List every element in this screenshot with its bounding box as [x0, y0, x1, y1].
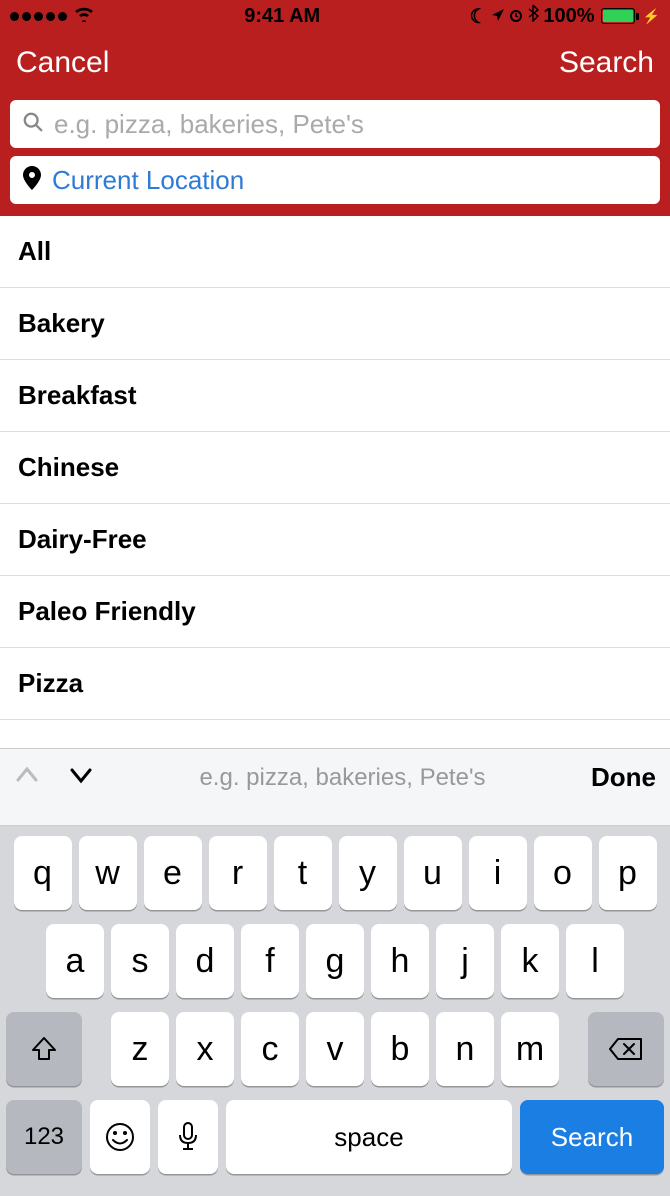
location-field[interactable]: Current Location: [10, 156, 660, 204]
mic-key[interactable]: [158, 1100, 218, 1174]
keyboard-row-4: 123 space Search: [6, 1100, 664, 1174]
keyboard-row-1: q w e r t y u i o p: [6, 836, 664, 910]
charging-icon: ⚡: [643, 8, 660, 25]
location-value: Current Location: [52, 165, 648, 196]
key-q[interactable]: q: [14, 836, 72, 910]
keyboard-border: [0, 806, 670, 826]
location-arrow-icon: [491, 5, 505, 28]
key-d[interactable]: d: [176, 924, 234, 998]
moon-icon: ☾: [469, 4, 487, 29]
next-field-button[interactable]: [68, 762, 94, 793]
search-container: Current Location: [0, 94, 670, 216]
status-time: 9:41 AM: [244, 5, 320, 28]
cancel-button[interactable]: Cancel: [16, 46, 109, 80]
key-v[interactable]: v: [306, 1012, 364, 1086]
key-k[interactable]: k: [501, 924, 559, 998]
status-bar: 9:41 AM ☾ 100% ⚡: [0, 0, 670, 32]
category-list: All Bakery Breakfast Chinese Dairy-Free …: [0, 216, 670, 720]
location-pin-icon: [22, 166, 42, 195]
key-b[interactable]: b: [371, 1012, 429, 1086]
key-i[interactable]: i: [469, 836, 527, 910]
key-z[interactable]: z: [111, 1012, 169, 1086]
key-o[interactable]: o: [534, 836, 592, 910]
keyboard-accessory: e.g. pizza, bakeries, Pete's Done: [0, 748, 670, 806]
keyboard-search-key[interactable]: Search: [520, 1100, 664, 1174]
alarm-icon: [509, 5, 523, 28]
search-button[interactable]: Search: [559, 46, 654, 80]
emoji-key[interactable]: [90, 1100, 150, 1174]
list-item[interactable]: Chinese: [0, 432, 670, 504]
key-h[interactable]: h: [371, 924, 429, 998]
key-y[interactable]: y: [339, 836, 397, 910]
bluetooth-icon: [527, 4, 539, 28]
status-left: [10, 5, 95, 28]
list-item[interactable]: Paleo Friendly: [0, 576, 670, 648]
key-c[interactable]: c: [241, 1012, 299, 1086]
key-r[interactable]: r: [209, 836, 267, 910]
list-item[interactable]: Breakfast: [0, 360, 670, 432]
list-item[interactable]: Bakery: [0, 288, 670, 360]
shift-key[interactable]: [6, 1012, 82, 1086]
key-w[interactable]: w: [79, 836, 137, 910]
keyboard-row-3: z x c v b n m: [6, 1012, 664, 1086]
signal-dots-icon: [10, 12, 67, 21]
key-t[interactable]: t: [274, 836, 332, 910]
key-a[interactable]: a: [46, 924, 104, 998]
done-button[interactable]: Done: [591, 762, 656, 793]
prev-field-button[interactable]: [14, 762, 40, 793]
key-m[interactable]: m: [501, 1012, 559, 1086]
key-n[interactable]: n: [436, 1012, 494, 1086]
nav-bar: Cancel Search: [0, 32, 670, 94]
key-x[interactable]: x: [176, 1012, 234, 1086]
keyboard-row-2: a s d f g h j k l: [6, 924, 664, 998]
key-u[interactable]: u: [404, 836, 462, 910]
backspace-key[interactable]: [588, 1012, 664, 1086]
status-right: ☾ 100% ⚡: [469, 4, 660, 29]
key-p[interactable]: p: [599, 836, 657, 910]
numbers-key[interactable]: 123: [6, 1100, 82, 1174]
key-l[interactable]: l: [566, 924, 624, 998]
list-item[interactable]: Dairy-Free: [0, 504, 670, 576]
list-item[interactable]: Pizza: [0, 648, 670, 720]
keyboard-hint: e.g. pizza, bakeries, Pete's: [94, 764, 591, 792]
battery-icon: [599, 8, 639, 24]
search-field[interactable]: [10, 100, 660, 148]
search-icon: [22, 111, 44, 138]
battery-percent: 100%: [543, 5, 594, 28]
key-g[interactable]: g: [306, 924, 364, 998]
wifi-icon: [73, 5, 95, 28]
list-item[interactable]: All: [0, 216, 670, 288]
space-key[interactable]: space: [226, 1100, 512, 1174]
key-f[interactable]: f: [241, 924, 299, 998]
key-j[interactable]: j: [436, 924, 494, 998]
search-input[interactable]: [54, 109, 648, 140]
key-e[interactable]: e: [144, 836, 202, 910]
key-s[interactable]: s: [111, 924, 169, 998]
keyboard: q w e r t y u i o p a s d f g h j k l z …: [0, 826, 670, 1196]
